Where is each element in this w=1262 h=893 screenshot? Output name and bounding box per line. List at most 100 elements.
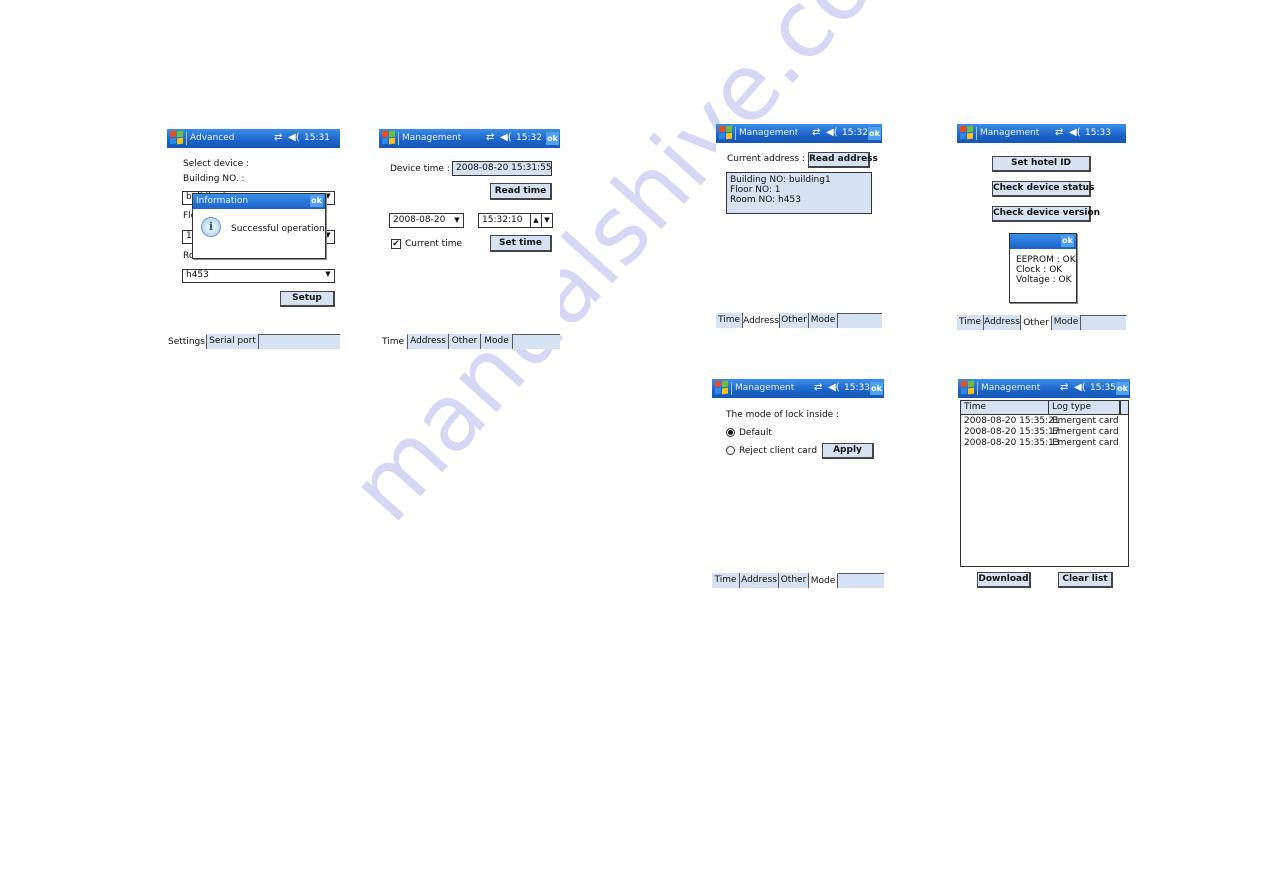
tab-other[interactable]: Other <box>780 313 809 328</box>
window-title: Management lo <box>981 383 1043 393</box>
clear-list-button[interactable]: Clear list <box>1058 572 1113 588</box>
set-hotel-id-button[interactable]: Set hotel ID <box>992 156 1091 172</box>
speaker-icon[interactable]: ◀( <box>1074 382 1086 393</box>
sync-icon[interactable]: ⇄ <box>812 127 820 138</box>
apply-button[interactable]: Apply <box>822 443 874 459</box>
clock[interactable]: 15:31 <box>304 133 330 143</box>
current-time-checkbox[interactable]: ✔ <box>391 239 401 249</box>
radio-default[interactable] <box>726 428 735 437</box>
check-device-version-button[interactable]: Check device version <box>992 206 1100 222</box>
windows-start-icon[interactable] <box>719 125 733 140</box>
select-device-label: Select device : <box>183 159 250 169</box>
tab-mode[interactable]: Mode <box>809 313 838 328</box>
log-list-header: Time Log type <box>961 401 1128 415</box>
stepper-down-icon[interactable]: ▼ <box>541 214 552 227</box>
column-header-time[interactable]: Time <box>961 401 1049 414</box>
tab-time[interactable]: Time <box>379 334 408 349</box>
room-select[interactable]: h453 ▼ <box>182 269 335 283</box>
popup-ok-button[interactable]: ok <box>1061 235 1074 247</box>
ok-button[interactable]: ok <box>1116 382 1129 395</box>
tab-mode[interactable]: Mode <box>1052 315 1081 330</box>
tab-bar: Time Address Other Mode <box>712 573 884 588</box>
speaker-icon[interactable]: ◀( <box>826 127 838 138</box>
clock[interactable]: 15:32 <box>516 133 542 143</box>
clock[interactable]: 15:32 <box>842 128 868 138</box>
status-line: EEPROM : OK <box>1016 255 1076 265</box>
log-time: 2008-08-20 15:35:21 <box>964 416 1060 426</box>
sync-icon[interactable]: ⇄ <box>814 382 822 393</box>
option-reject-label: Reject client card <box>739 446 818 456</box>
clock[interactable]: 15:33 <box>1085 128 1111 138</box>
information-dialog: Information ok i Successful operation <box>192 193 326 259</box>
ok-button[interactable]: ok <box>868 127 881 140</box>
tab-time[interactable]: Time <box>716 313 743 328</box>
setup-button[interactable]: Setup <box>280 291 335 307</box>
check-device-status-button[interactable]: Check device status <box>992 181 1094 197</box>
speaker-icon[interactable]: ◀( <box>828 382 840 393</box>
clock[interactable]: 15:33 <box>844 383 870 393</box>
window-title: Management de <box>402 133 464 143</box>
tab-other[interactable]: Other <box>779 573 809 588</box>
window-title: Management de <box>739 128 797 138</box>
windows-start-icon[interactable] <box>961 380 975 395</box>
windows-start-icon[interactable] <box>170 130 184 145</box>
read-address-button[interactable]: Read address <box>808 152 878 168</box>
tab-address[interactable]: Address <box>984 315 1021 330</box>
title-bar: Management lo ⇄ ◀( 15:35 ok <box>958 379 1130 398</box>
read-time-button[interactable]: Read time <box>490 183 552 200</box>
tab-address[interactable]: Address <box>408 334 449 349</box>
date-picker[interactable]: 2008-08-20 ▼ <box>389 213 464 228</box>
separator <box>735 127 736 140</box>
tab-time[interactable]: Time <box>957 315 984 330</box>
tab-mode[interactable]: Mode <box>809 573 838 588</box>
floor-value: 1 <box>186 231 192 241</box>
windows-start-icon[interactable] <box>715 380 729 395</box>
tab-settings[interactable]: Settings <box>167 334 207 349</box>
log-row[interactable]: 2008-08-20 15:35:13 Emergent card <box>961 438 1128 449</box>
sync-icon[interactable]: ⇄ <box>1055 127 1063 138</box>
dialog-message: Successful operation <box>231 224 325 234</box>
tab-bar: Settings Serial port <box>167 334 340 349</box>
sync-icon[interactable]: ⇄ <box>486 132 494 143</box>
status-line: Voltage : OK <box>1016 275 1072 285</box>
download-button[interactable]: Download <box>977 572 1031 588</box>
time-stepper[interactable]: 15:32:10 ▲ ▼ <box>478 213 553 228</box>
stepper-up-icon[interactable]: ▲ <box>530 214 541 227</box>
screen-address: Management de ⇄ ◀( 15:32 ok Current addr… <box>716 124 882 329</box>
column-header-log-type[interactable]: Log type <box>1049 401 1121 414</box>
option-default-label: Default <box>739 428 772 438</box>
tab-bar: Time Address Other Mode <box>716 313 882 328</box>
log-list[interactable]: Time Log type 2008-08-20 15:35:21 Emergen… <box>960 400 1129 567</box>
title-bar: Management de ⇄ ◀( 15:33 ok <box>712 379 884 398</box>
separator <box>186 132 187 145</box>
clock[interactable]: 15:35 <box>1090 383 1116 393</box>
tab-address[interactable]: Address <box>743 313 780 328</box>
windows-start-icon[interactable] <box>382 130 396 145</box>
radio-reject-client-card[interactable] <box>726 446 735 455</box>
dialog-ok-button[interactable]: ok <box>310 195 323 207</box>
tab-mode[interactable]: Mode <box>481 334 513 349</box>
log-time: 2008-08-20 15:35:17 <box>964 427 1060 437</box>
log-row[interactable]: 2008-08-20 15:35:21 Emergent card <box>961 416 1128 427</box>
set-time-button[interactable]: Set time <box>490 235 552 252</box>
tab-address[interactable]: Address <box>740 573 779 588</box>
log-type: Emergent card <box>1052 438 1119 448</box>
tab-bar: Time Address Other Mode <box>379 334 560 349</box>
screen-other: Management de ⇄ ◀( 15:33 Set hotel ID Ch… <box>957 124 1126 330</box>
ok-button[interactable]: ok <box>870 382 883 395</box>
tab-other[interactable]: Other <box>449 334 481 349</box>
tab-time[interactable]: Time <box>712 573 740 588</box>
ok-button[interactable]: ok <box>546 132 559 145</box>
windows-start-icon[interactable] <box>960 125 974 140</box>
address-line: Room NO: h453 <box>730 195 801 205</box>
speaker-icon[interactable]: ◀( <box>288 132 300 143</box>
separator <box>977 382 978 395</box>
sync-icon[interactable]: ⇄ <box>274 132 282 143</box>
tab-other[interactable]: Other <box>1021 315 1052 330</box>
tab-serial-port[interactable]: Serial port <box>207 334 259 349</box>
speaker-icon[interactable]: ◀( <box>500 132 512 143</box>
log-row[interactable]: 2008-08-20 15:35:17 Emergent card <box>961 427 1128 438</box>
speaker-icon[interactable]: ◀( <box>1069 127 1081 138</box>
sync-icon[interactable]: ⇄ <box>1060 382 1068 393</box>
screen-mode: Management de ⇄ ◀( 15:33 ok The mode of … <box>712 379 884 589</box>
